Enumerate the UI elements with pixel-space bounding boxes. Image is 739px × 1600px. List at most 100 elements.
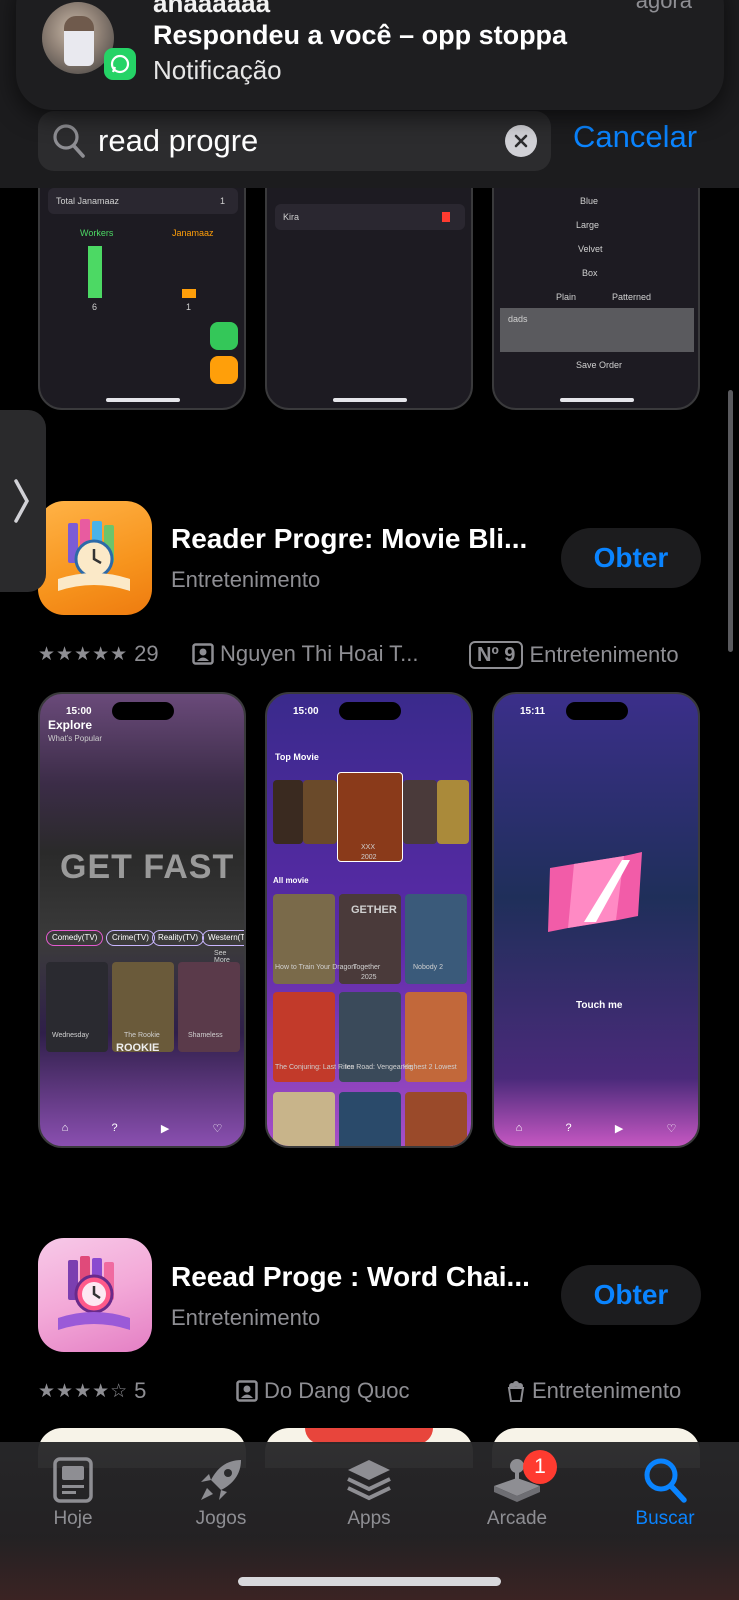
tab-hoje[interactable]: Hoje xyxy=(13,1456,133,1530)
home-icon[interactable]: ⌂ xyxy=(62,1122,69,1134)
search-icon xyxy=(644,1458,687,1503)
scroll-indicator[interactable] xyxy=(728,390,733,652)
star-rating: ★★★★☆ xyxy=(38,1380,129,1402)
chip-crime[interactable]: Crime(TV) xyxy=(106,930,155,946)
help-icon[interactable]: ? xyxy=(111,1122,117,1134)
whatsapp-notification[interactable]: anaaaaaa agora Respondeu a você – opp st… xyxy=(16,0,724,110)
screenshot-explore[interactable]: 15:00 Explore What's Popular GET FAST Co… xyxy=(38,692,246,1148)
cancel-button[interactable]: Cancelar xyxy=(573,119,697,155)
popcorn-icon xyxy=(507,1381,525,1402)
app-name[interactable]: Reead Proge : Word Chai... xyxy=(171,1261,530,1293)
tab-jogos[interactable]: Jogos xyxy=(161,1456,281,1530)
chart-rank: Nº 9 Entretenimento xyxy=(469,641,679,669)
save-order-button[interactable]: Save Order xyxy=(576,360,622,370)
tab-arcade[interactable]: 1 Arcade xyxy=(457,1450,577,1530)
chip-reality[interactable]: Reality(TV) xyxy=(152,930,205,946)
bar-value-janamaaz: 1 xyxy=(186,302,192,312)
poster-top[interactable] xyxy=(303,780,337,844)
note-text: dads xyxy=(508,314,528,324)
screenshot-prev-1[interactable]: Total Janamaaz 1 Workers Janamaaz 6 1 xyxy=(38,150,246,410)
option-size: Large xyxy=(576,220,600,230)
banner-text: GET FAST xyxy=(60,848,235,886)
poster-label: Together xyxy=(353,964,381,971)
tab-buscar[interactable]: Buscar xyxy=(605,1456,725,1530)
genre-label: Entretenimento xyxy=(532,1378,682,1403)
legend-workers: Workers xyxy=(80,228,114,238)
search-query[interactable]: read progre xyxy=(98,123,258,159)
developer[interactable]: Do Dang Quoc xyxy=(236,1378,410,1404)
chip-comedy[interactable]: Comedy(TV) xyxy=(46,930,104,946)
explore-subtitle: What's Popular xyxy=(48,734,102,743)
status-time: 15:00 xyxy=(66,706,92,717)
note-field[interactable] xyxy=(500,308,694,352)
clear-icon[interactable] xyxy=(505,125,537,157)
touch-me-label: Touch me xyxy=(576,1000,623,1011)
tab-label: Buscar xyxy=(635,1508,695,1529)
total-label: Total Janamaaz xyxy=(56,196,120,206)
tab-apps[interactable]: Apps xyxy=(309,1456,429,1530)
poster-label: How to Train Your Dragon xyxy=(275,964,356,971)
today-icon xyxy=(53,1457,93,1503)
poster-label: The Rookie xyxy=(124,1032,160,1039)
trash-icon[interactable] xyxy=(441,210,451,222)
play-icon[interactable]: ▶ xyxy=(161,1122,169,1135)
help-icon[interactable]: ? xyxy=(565,1122,571,1134)
tab-label: Jogos xyxy=(195,1508,247,1529)
rating: ★★★★☆ 5 xyxy=(38,1378,146,1404)
person-icon xyxy=(236,1380,258,1402)
rocket-icon xyxy=(201,1460,241,1500)
tab-label: Arcade xyxy=(486,1508,548,1529)
poster-label: The Conjuring: Last Rites xyxy=(275,1064,354,1071)
radio-patterned[interactable]: Patterned xyxy=(612,292,651,302)
tab-label: Apps xyxy=(347,1508,391,1529)
search-input[interactable]: read progre xyxy=(38,111,551,171)
home-icon[interactable]: ⌂ xyxy=(516,1122,523,1134)
screenshot-prev-2[interactable]: Kira xyxy=(265,150,473,410)
genre: Entretenimento xyxy=(506,1378,681,1404)
option-pack: Box xyxy=(582,268,598,278)
candy-icon[interactable] xyxy=(544,850,648,934)
app-name[interactable]: Reader Progre: Movie Bli... xyxy=(171,523,527,555)
app-category: Entretenimento xyxy=(171,1305,321,1330)
home-indicator[interactable] xyxy=(238,1577,501,1586)
play-icon[interactable]: ▶ xyxy=(615,1122,623,1135)
option-color: Blue xyxy=(580,196,599,206)
chip-western[interactable]: Western(TV) xyxy=(202,930,244,946)
app-icon-reead-proge[interactable] xyxy=(38,1238,152,1352)
side-panel-handle[interactable] xyxy=(0,410,46,592)
layers-icon xyxy=(347,1460,391,1501)
search-icon xyxy=(53,124,85,158)
developer[interactable]: Nguyen Thi Hoai T... xyxy=(192,641,419,667)
legend-janamaaz: Janamaaz xyxy=(172,228,214,238)
poster[interactable] xyxy=(405,1092,467,1146)
bag-icon xyxy=(210,356,238,384)
tab-label: Hoje xyxy=(53,1508,93,1529)
get-button[interactable]: Obter xyxy=(561,1265,701,1325)
screenshot-prev-3[interactable]: Blue Large Velvet Box Plain Patterned da… xyxy=(492,150,700,410)
app-icon-reader-progre[interactable] xyxy=(38,501,152,615)
rank-badge: Nº 9 xyxy=(469,641,524,669)
get-button[interactable]: Obter xyxy=(561,528,701,588)
section-top-movie: Top Movie xyxy=(275,752,319,762)
poster-year: 2025 xyxy=(361,974,377,981)
poster-top[interactable] xyxy=(273,780,303,844)
notification-app: Notificação xyxy=(153,55,282,85)
poster-label: ROOKIE xyxy=(116,1042,160,1054)
poster-label: Nobody 2 xyxy=(413,964,443,971)
section-all-movie: All movie xyxy=(273,876,309,885)
screenshot-movies[interactable]: 15:00 Top Movie XXX 2002 All movie GETHE… xyxy=(265,692,473,1148)
poster-label: Highest 2 Lowest xyxy=(403,1064,457,1071)
developer-name: Do Dang Quoc xyxy=(264,1378,410,1403)
list-item: Kira xyxy=(283,212,300,222)
star-rating: ★★★★★ xyxy=(38,643,129,665)
poster-top[interactable] xyxy=(437,780,469,844)
poster[interactable] xyxy=(273,1092,335,1146)
poster-top[interactable] xyxy=(403,780,437,844)
poster[interactable] xyxy=(339,1092,401,1146)
screenshot-touch[interactable]: 15:11 Touch me ⌂? ▶ ♡ xyxy=(492,692,700,1148)
rating-count: 5 xyxy=(134,1378,147,1403)
heart-icon[interactable]: ♡ xyxy=(667,1122,677,1135)
heart-icon[interactable]: ♡ xyxy=(213,1122,223,1135)
status-time: 15:00 xyxy=(293,706,319,717)
radio-plain[interactable]: Plain xyxy=(556,292,576,302)
